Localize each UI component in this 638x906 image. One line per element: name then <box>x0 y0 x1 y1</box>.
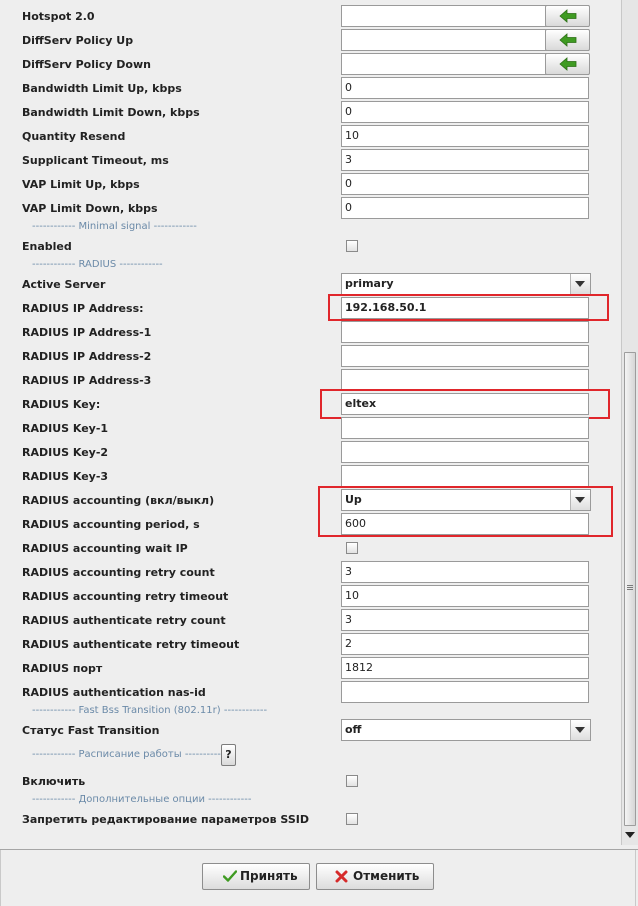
radius-ip1-input[interactable] <box>341 321 589 343</box>
green-arrow-left-icon <box>559 9 577 23</box>
label-acct: RADIUS accounting (вкл/выкл) <box>22 494 215 507</box>
diffserv-down-apply-button[interactable] <box>545 53 590 75</box>
section-fast-bss: ------------ Fast Bss Transition (802.11… <box>32 705 268 716</box>
active-server-select[interactable]: primary <box>341 273 591 295</box>
accept-label: Принять <box>240 869 298 883</box>
bw-down-input[interactable]: 0 <box>341 101 589 123</box>
radius-ip3-input[interactable] <box>341 369 589 391</box>
section-schedule: ------------ Расписание работы ---------… <box>32 749 229 760</box>
red-x-icon <box>335 870 348 883</box>
auth-retry-count-input[interactable]: 3 <box>341 609 589 631</box>
supp-timeout-input[interactable]: 3 <box>341 149 589 171</box>
grip-icon <box>627 585 633 586</box>
label-diffserv-up: DiffServ Policy Up <box>22 34 134 47</box>
label-auth-retry-timeout: RADIUS authenticate retry timeout <box>22 638 240 651</box>
qty-resend-input[interactable]: 10 <box>341 125 589 147</box>
label-radius-ip1: RADIUS IP Address-1 <box>22 326 152 339</box>
acct-retry-timeout-input[interactable]: 10 <box>341 585 589 607</box>
label-acct-period: RADIUS accounting period, s <box>22 518 200 531</box>
label-acct-retry-count: RADIUS accounting retry count <box>22 566 215 579</box>
radius-ip2-input[interactable] <box>341 345 589 367</box>
auth-retry-timeout-input[interactable]: 2 <box>341 633 589 655</box>
vertical-scrollbar[interactable] <box>621 0 638 845</box>
label-auth-retry-count: RADIUS authenticate retry count <box>22 614 226 627</box>
green-arrow-left-icon <box>559 57 577 71</box>
enabled-checkbox[interactable] <box>346 240 358 252</box>
label-radius-key2: RADIUS Key-2 <box>22 446 109 459</box>
label-bw-down: Bandwidth Limit Down, kbps <box>22 106 200 119</box>
highlight-box-radius-ip <box>328 294 609 321</box>
hotspot-apply-button[interactable] <box>545 5 590 27</box>
label-radius-ip: RADIUS IP Address: <box>22 302 144 315</box>
highlight-box-radius-key <box>320 389 610 419</box>
vap-down-input[interactable]: 0 <box>341 197 589 219</box>
label-vap-up: VAP Limit Up, kbps <box>22 178 140 191</box>
radius-key3-input[interactable] <box>341 465 589 487</box>
settings-form: Hotspot 2.0 DiffServ Policy Up DiffServ … <box>0 0 621 845</box>
active-server-value: primary <box>345 277 394 290</box>
scroll-down-arrow-icon[interactable] <box>624 828 636 842</box>
section-radius: ------------ RADIUS ------------ <box>32 259 163 270</box>
label-radius-key: RADIUS Key: <box>22 398 101 411</box>
label-diffserv-down: DiffServ Policy Down <box>22 58 151 71</box>
label-qty-resend: Quantity Resend <box>22 130 126 143</box>
nas-id-input[interactable] <box>341 681 589 703</box>
forbid-ssid-edit-checkbox[interactable] <box>346 813 358 825</box>
label-radius-ip3: RADIUS IP Address-3 <box>22 374 152 387</box>
section-extra: ------------ Дополнительные опции ------… <box>32 794 252 805</box>
scrollbar-thumb[interactable] <box>624 352 636 826</box>
fast-transition-select[interactable]: off <box>341 719 591 741</box>
label-acct-wait-ip: RADIUS accounting wait IP <box>22 542 188 555</box>
label-fast-transition: Статус Fast Transition <box>22 724 160 737</box>
label-nas-id: RADIUS authentication nas-id <box>22 686 206 699</box>
acct-retry-count-input[interactable]: 3 <box>341 561 589 583</box>
acct-wait-ip-checkbox[interactable] <box>346 542 358 554</box>
cancel-button[interactable]: Отменить <box>316 863 434 890</box>
cancel-label: Отменить <box>353 869 420 883</box>
label-enabled: Enabled <box>22 240 72 253</box>
label-radius-key3: RADIUS Key-3 <box>22 470 109 483</box>
label-radius-key1: RADIUS Key-1 <box>22 422 109 435</box>
action-bar: Принять Отменить <box>0 845 638 906</box>
bw-up-input[interactable]: 0 <box>341 77 589 99</box>
chevron-down-icon[interactable] <box>570 720 590 740</box>
label-acct-retry-timeout: RADIUS accounting retry timeout <box>22 590 229 603</box>
accept-button[interactable]: Принять <box>202 863 310 890</box>
label-radius-port: RADIUS порт <box>22 662 103 675</box>
label-bw-up: Bandwidth Limit Up, kbps <box>22 82 182 95</box>
label-hotspot: Hotspot 2.0 <box>22 10 95 23</box>
section-minimal-signal: ------------ Minimal signal ------------ <box>32 221 197 232</box>
check-icon <box>223 870 237 882</box>
label-radius-ip2: RADIUS IP Address-2 <box>22 350 152 363</box>
schedule-enable-checkbox[interactable] <box>346 775 358 787</box>
highlight-box-accounting <box>318 486 613 537</box>
fast-transition-value: off <box>345 723 362 736</box>
vap-up-input[interactable]: 0 <box>341 173 589 195</box>
green-arrow-left-icon <box>559 33 577 47</box>
radius-key2-input[interactable] <box>341 441 589 463</box>
chevron-down-icon[interactable] <box>570 274 590 294</box>
diffserv-up-apply-button[interactable] <box>545 29 590 51</box>
label-active-server: Active Server <box>22 278 106 291</box>
label-supp-timeout: Supplicant Timeout, ms <box>22 154 169 167</box>
label-forbid-ssid-edit: Запретить редактирование параметров SSID <box>22 813 309 826</box>
label-vap-down: VAP Limit Down, kbps <box>22 202 158 215</box>
label-schedule-enable: Включить <box>22 775 86 788</box>
radius-key1-input[interactable] <box>341 417 589 439</box>
radius-port-input[interactable]: 1812 <box>341 657 589 679</box>
schedule-help-button[interactable]: ? <box>221 744 236 766</box>
